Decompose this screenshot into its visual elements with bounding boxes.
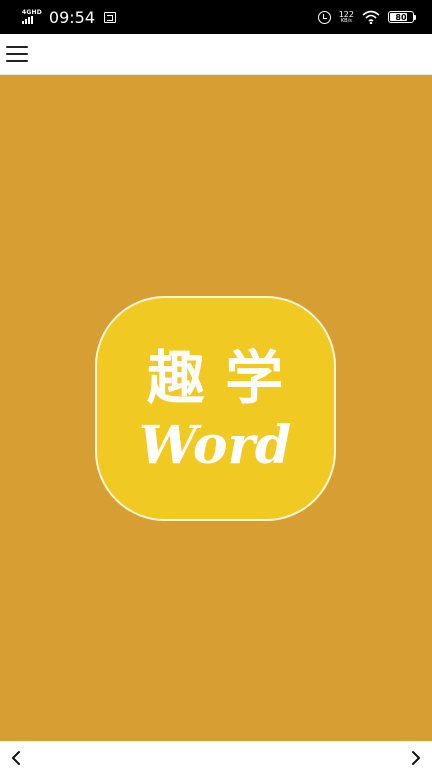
battery-icon: 80 [388, 11, 416, 23]
hamburger-menu-icon[interactable] [6, 43, 30, 65]
splash-content: 趣 学 Word [0, 75, 432, 741]
signal-icon [22, 16, 33, 24]
battery-level: 80 [395, 12, 407, 22]
app-bar [0, 34, 432, 75]
logo-chinese-text: 趣 学 [147, 344, 283, 412]
status-right: 122 KB/s 80 [317, 10, 416, 24]
logo-english-text: Word [139, 415, 292, 476]
wifi-icon [362, 10, 380, 24]
status-time: 09:54 [48, 7, 96, 27]
status-bar: 4GHD 09:54 122 KB/s 80 [0, 0, 432, 34]
app-logo: 趣 学 Word [95, 296, 336, 521]
alarm-icon [317, 10, 331, 24]
network-indicator: 4GHD [22, 10, 42, 24]
message-icon [104, 11, 117, 23]
status-left: 4GHD 09:54 [22, 7, 117, 27]
network-speed: 122 KB/s [339, 10, 354, 24]
chevron-left-icon[interactable] [8, 749, 26, 767]
chevron-right-icon[interactable] [406, 749, 424, 767]
network-speed-unit: KB/s [340, 17, 352, 24]
bottom-nav [0, 741, 432, 774]
